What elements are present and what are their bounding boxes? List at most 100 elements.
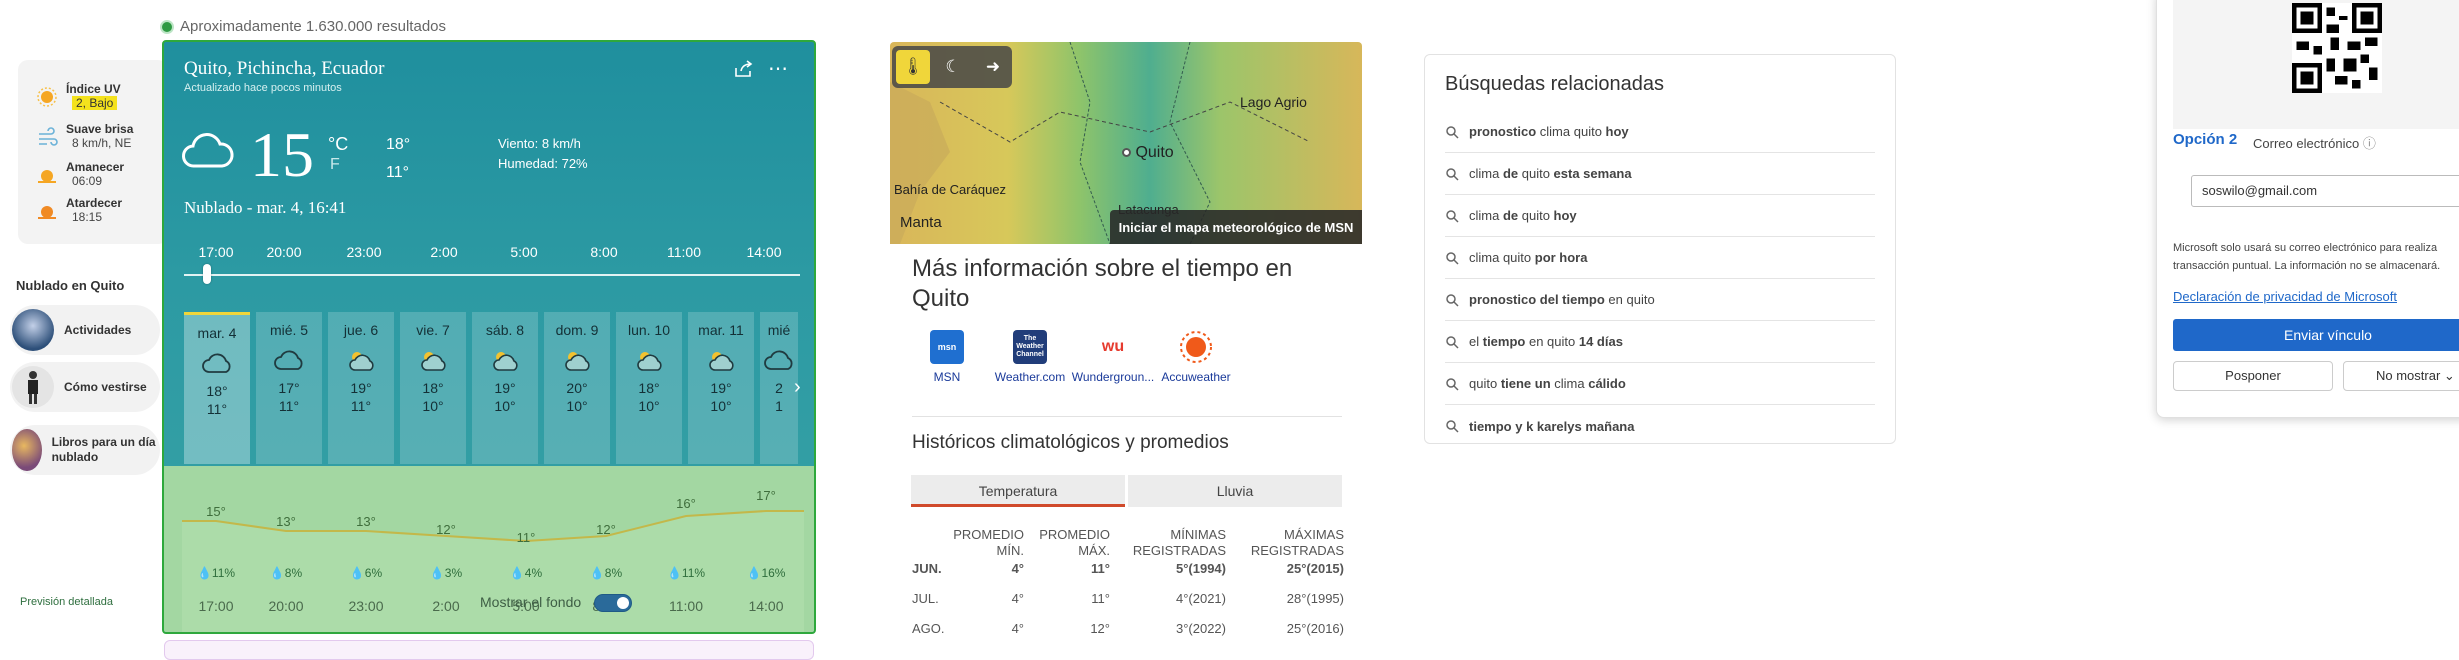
day-card[interactable]: dom. 9 20° 10° [544,312,610,464]
provider-label: Weather.com [994,370,1066,384]
do-not-show-dropdown[interactable]: No mostrar ⌄ [2343,361,2459,391]
day-high: 18° [206,383,228,399]
hourly-temp: 12° [436,522,456,537]
day-card[interactable]: mar. 4 18° 11° [184,312,250,464]
activities-thumbnail [12,309,54,351]
day-card[interactable]: vie. 7 18° 10° [400,312,466,464]
privacy-link[interactable]: Declaración de privacidad de Microsoft [2173,289,2397,304]
option-2-subtitle-text: Correo electrónico [2253,136,2360,151]
related-item[interactable]: el tiempo en quito 14 días [1445,321,1875,363]
provider-wunderground[interactable]: wu Wundergroun... [1068,330,1158,384]
row-record-min: 4°(2021) [1175,591,1226,606]
more-options-icon[interactable]: ⋯ [768,56,789,81]
day-card[interactable]: mié 2 1 [760,312,798,464]
row-record-max: 28°(1995) [1286,591,1344,606]
person-icon [28,371,38,404]
wind-value: 8 km/h, NE [72,136,132,150]
history-title: Históricos climatológicos y promedios [912,432,1229,453]
uv-title: Índice UV [66,82,121,96]
row-record-max: 25°(2015) [1286,561,1344,576]
info-icon[interactable]: ⓘ [2363,136,2376,151]
day-card[interactable]: jue. 6 19° 11° [328,312,394,464]
rain-value: 6% [364,566,383,580]
provider-weather-com[interactable]: The Weather Channel Weather.com [985,330,1075,384]
unit-celsius[interactable]: °C [328,134,348,155]
provider-accuweather[interactable]: Accuweather [1151,330,1241,384]
cloudy-icon [764,350,793,370]
hourly-temp: 16° [676,496,696,511]
weather-updated: Actualizado hace pocos minutos [184,82,342,94]
today-low: 11° [386,164,410,181]
day-name: mié. 5 [269,322,309,338]
weather-description: Nublado - mar. 4, 16:41 [184,198,347,217]
provider-msn[interactable]: msn MSN [902,330,992,384]
row-avg-min: 4° [1011,561,1024,576]
row-month: JUL. [912,591,939,606]
related-item[interactable]: clima de quito esta semana [1445,153,1875,195]
wind-arrow-icon[interactable]: ➜ [976,50,1010,84]
side-card-activities[interactable]: Actividades [10,305,160,355]
day-card[interactable]: lun. 10 18° 10° [616,312,682,464]
chevron-right-icon[interactable]: › [794,376,801,399]
day-low: 10° [710,398,732,414]
wind-title: Suave brisa [66,122,134,136]
unit-fahrenheit[interactable]: F [330,156,340,174]
send-link-button[interactable]: Enviar vínculo [2173,319,2459,351]
row-month: JUN. [912,561,942,576]
timeline-track[interactable] [184,274,800,276]
day-card[interactable]: mié. 5 17° 11° [256,312,322,464]
detailed-forecast-link[interactable]: Previsión detallada [20,596,113,608]
side-card-clothing[interactable]: Cómo vestirse [10,362,160,412]
hourly-temp: 13° [276,514,296,529]
day-low: 10° [566,398,588,414]
timeline-time: 23:00 [346,244,382,260]
tab-rain[interactable]: Lluvia [1128,475,1342,507]
search-icon [1446,293,1459,307]
chevron-down-icon: ⌄ [2443,368,2455,383]
provider-label: Wundergroun... [1071,370,1155,384]
clothing-thumbnail [12,366,54,408]
map-toolbar: 🌡 ☾ ➜ [892,46,1012,88]
conditions-panel: Índice UV 2, Bajo Suave brisa 8 km/h, NE… [18,60,168,244]
related-item[interactable]: pronostico del tiempo en quito [1445,279,1875,321]
related-item[interactable]: clima de quito hoy [1445,195,1875,237]
day-name: sáb. 8 [485,322,525,338]
wind-readout: Viento: 8 km/h [498,136,581,151]
sunset-value: 18:15 [72,210,103,224]
related-item[interactable]: pronostico clima quito hoy [1445,111,1875,153]
hourly-temp: 17° [756,488,776,503]
weather-location[interactable]: Quito, Pichincha, Ecuador [184,58,385,80]
email-input[interactable]: soswilo@gmail.com [2191,175,2459,207]
search-icon [1446,125,1459,139]
share-icon[interactable] [734,60,754,78]
day-card[interactable]: sáb. 8 19° 10° [472,312,538,464]
rain-value: 11% [681,566,706,580]
map-city: Manta [900,214,942,231]
tab-temperature[interactable]: Temperatura [911,475,1125,507]
row-record-max: 25°(2016) [1286,621,1344,636]
timeline-time: 11:00 [667,244,701,260]
sunrise-value: 06:09 [72,174,103,188]
timeline-slider-handle[interactable] [203,264,211,284]
qr-code-icon [2292,3,2382,93]
open-map-button[interactable]: Iniciar el mapa meteorológico de MSN [1110,210,1362,244]
radar-icon[interactable]: ☾ [936,50,970,84]
hourly-temp: 13° [356,514,376,529]
hourly-time: 17:00 [198,598,234,614]
show-background-toggle[interactable] [594,594,632,612]
weather-channel-logo-icon: The Weather Channel [1013,330,1047,364]
day-card[interactable]: mar. 11 19° 10° [688,312,754,464]
side-card-books[interactable]: Libros para un día nublado [10,425,160,475]
day-high: 2 [775,380,783,396]
related-item[interactable]: quito tiene un clima cálido [1445,363,1875,405]
rain-chance: 💧8% [269,566,303,580]
provider-label: Accuweather [1161,370,1231,384]
day-low: 10° [422,398,444,414]
related-item[interactable]: clima quito por hora [1445,237,1875,279]
timeline-time: 17:00 [198,244,234,260]
postpone-button[interactable]: Posponer [2173,361,2333,391]
day-low: 11° [350,398,372,414]
weather-map[interactable]: 🌡 ☾ ➜ Lago Agrio Quito Bahía de Caráquez… [890,42,1362,244]
thermometer-icon[interactable]: 🌡 [896,50,930,84]
related-item[interactable]: tiempo y k karelys mañana [1445,405,1875,447]
